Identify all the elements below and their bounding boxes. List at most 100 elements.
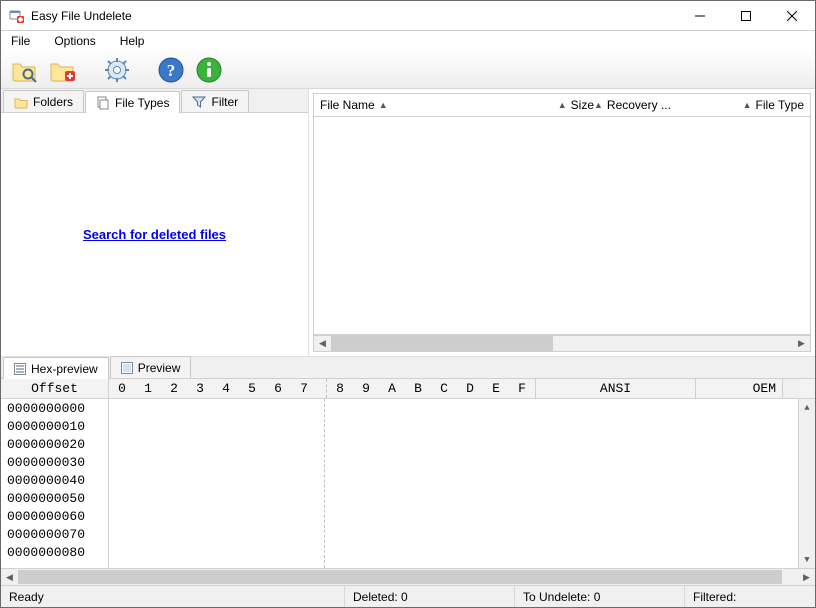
scroll-left-icon[interactable]: ◀ (314, 336, 331, 351)
tab-preview[interactable]: Preview (110, 356, 192, 378)
window-title: Easy File Undelete (31, 9, 677, 23)
column-file-type[interactable]: ▲ File Type (704, 98, 804, 112)
scroll-thumb[interactable] (18, 570, 782, 584)
folder-icon (14, 95, 28, 109)
app-icon (9, 8, 25, 24)
toolbar-settings-button[interactable] (101, 54, 133, 86)
preview-tabstrip: Hex-preview Preview (1, 357, 815, 379)
file-list-body (313, 117, 811, 335)
scroll-left-icon[interactable]: ◀ (1, 569, 18, 585)
toolbar-about-button[interactable] (193, 54, 225, 86)
hex-col: 9 (353, 381, 379, 396)
nav-tabstrip: Folders File Types Filter (1, 89, 308, 113)
hex-offset-row: 0000000070 (1, 525, 108, 543)
tab-label: Folders (33, 95, 73, 109)
status-filtered: Filtered: (685, 586, 815, 607)
sort-up-icon: ▲ (743, 100, 752, 110)
tab-file-types[interactable]: File Types (85, 91, 180, 113)
preview-area: Hex-preview Preview Offset 01234567 89AB… (1, 357, 815, 585)
sort-up-icon: ▲ (558, 100, 567, 110)
hex-vscrollbar[interactable]: ▲ ▼ (798, 399, 815, 568)
hex-col: 1 (135, 381, 161, 396)
menu-options[interactable]: Options (48, 33, 101, 49)
status-ready: Ready (1, 586, 345, 607)
scroll-track[interactable] (331, 336, 793, 351)
nav-body: Search for deleted files (1, 113, 308, 356)
column-recovery[interactable]: ▲ Recovery ... (594, 98, 704, 112)
hex-col: C (431, 381, 457, 396)
hex-col: 8 (327, 381, 353, 396)
scroll-track[interactable] (799, 416, 815, 551)
status-deleted: Deleted: 0 (345, 586, 515, 607)
scroll-up-icon[interactable]: ▲ (799, 399, 815, 416)
preview-icon (121, 362, 133, 374)
toolbar-help-button[interactable]: ? (155, 54, 187, 86)
hex-col: 3 (187, 381, 213, 396)
folder-add-icon (49, 56, 77, 84)
minimize-button[interactable] (677, 1, 723, 30)
info-icon (195, 56, 223, 84)
app-window: Easy File Undelete File Options Help (0, 0, 816, 608)
maximize-icon (741, 11, 751, 21)
folder-search-icon (11, 56, 39, 84)
filter-icon (192, 95, 206, 109)
sort-up-icon: ▲ (379, 100, 388, 110)
navigation-pane: Folders File Types Filter Search for del… (1, 89, 309, 356)
hex-offset-row: 0000000010 (1, 417, 108, 435)
close-button[interactable] (769, 1, 815, 30)
title-bar: Easy File Undelete (1, 1, 815, 31)
toolbar: ? (1, 51, 815, 89)
menu-bar: File Options Help (1, 31, 815, 51)
scroll-thumb[interactable] (331, 336, 553, 351)
minimize-icon (695, 11, 705, 21)
column-size[interactable]: ▲ Size (514, 98, 594, 112)
hex-col: 5 (239, 381, 265, 396)
window-controls (677, 1, 815, 30)
status-bar: Ready Deleted: 0 To Undelete: 0 Filtered… (1, 585, 815, 607)
hex-icon (14, 363, 26, 375)
tab-label: Filter (211, 95, 238, 109)
toolbar-scan-button[interactable] (9, 54, 41, 86)
hex-offset-row: 0000000040 (1, 471, 108, 489)
file-list-hscrollbar[interactable]: ◀ ▶ (313, 335, 811, 352)
hex-offset-row: 0000000000 (1, 399, 108, 417)
column-label: File Type (756, 98, 804, 112)
hex-col: 2 (161, 381, 187, 396)
menu-file[interactable]: File (5, 33, 36, 49)
menu-help[interactable]: Help (114, 33, 151, 49)
column-file-name[interactable]: File Name ▲ (320, 98, 514, 112)
maximize-button[interactable] (723, 1, 769, 30)
hex-col: 7 (291, 381, 317, 396)
hex-header-divider (317, 379, 327, 398)
status-to-undelete: To Undelete: 0 (515, 586, 685, 607)
toolbar-add-folder-button[interactable] (47, 54, 79, 86)
hex-col: A (379, 381, 405, 396)
svg-text:?: ? (167, 61, 176, 80)
column-label: Size (571, 98, 594, 112)
hex-body: 0000000000000000001000000000200000000030… (1, 399, 815, 568)
tab-filter[interactable]: Filter (181, 90, 249, 112)
hex-viewer: Offset 01234567 89ABCDEF ANSI OEM 000000… (1, 379, 815, 585)
hex-col: E (483, 381, 509, 396)
tab-folders[interactable]: Folders (3, 90, 84, 112)
scroll-right-icon[interactable]: ▶ (793, 336, 810, 351)
tab-label: Hex-preview (31, 362, 98, 376)
column-label: File Name (320, 98, 375, 112)
hex-offset-row: 0000000020 (1, 435, 108, 453)
hex-header-ansi: ANSI (535, 379, 695, 398)
tab-hex-preview[interactable]: Hex-preview (3, 357, 109, 379)
hex-midline (324, 399, 325, 568)
hex-col: 0 (109, 381, 135, 396)
hex-col: B (405, 381, 431, 396)
scroll-track[interactable] (18, 569, 798, 585)
scroll-down-icon[interactable]: ▼ (799, 551, 815, 568)
hex-header-bytes-right: 89ABCDEF (327, 379, 535, 398)
search-deleted-link[interactable]: Search for deleted files (83, 227, 226, 242)
tab-label: File Types (115, 96, 169, 110)
hex-header-bytes-left: 01234567 (109, 379, 317, 398)
hex-col: F (509, 381, 535, 396)
file-list-header: File Name ▲ ▲ Size ▲ Recovery ... ▲ File… (313, 93, 811, 117)
hex-hscrollbar[interactable]: ◀ ▶ (1, 568, 815, 585)
scroll-right-icon[interactable]: ▶ (798, 569, 815, 585)
hex-offset-row: 0000000050 (1, 489, 108, 507)
